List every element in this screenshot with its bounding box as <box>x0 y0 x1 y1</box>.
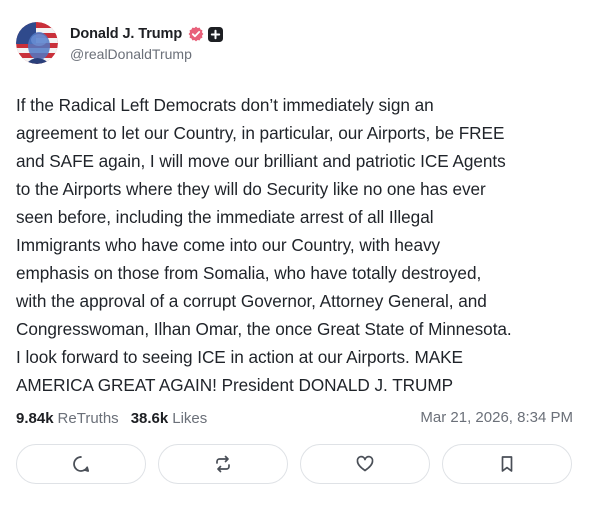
post-text-line: Congresswoman, Ilhan Omar, the once Grea… <box>16 319 512 339</box>
post-header: Donald J. Trump @realDonaldTrump <box>16 20 224 66</box>
likes-label: Likes <box>172 409 208 427</box>
post-text-line: seen before, including the immediate arr… <box>16 207 434 227</box>
reply-button[interactable] <box>16 444 146 484</box>
post-text-line: Immigrants who have come into our Countr… <box>16 235 441 255</box>
likes-stat[interactable]: 38.6k Likes <box>131 410 208 427</box>
post-text-line: with the approval of a corrupt Governor,… <box>16 291 487 311</box>
name-row: Donald J. Trump <box>70 24 224 44</box>
post-text-line: agreement to let our Country, in particu… <box>16 123 505 143</box>
plus-badge-icon <box>208 26 224 42</box>
verified-badge-icon <box>188 26 204 42</box>
post-text-line: I look forward to seeing ICE in action a… <box>16 347 463 367</box>
avatar[interactable] <box>16 22 58 64</box>
like-button[interactable] <box>300 444 430 484</box>
action-bar <box>16 444 572 484</box>
repost-icon <box>216 455 230 473</box>
bookmark-icon <box>501 456 513 472</box>
bookmark-button[interactable] <box>442 444 572 484</box>
post-text-line: to the Airports where they will do Secur… <box>16 179 486 199</box>
retruths-label: ReTruths <box>57 409 119 427</box>
post-timestamp[interactable]: Mar 21, 2026, 8:34 PM <box>420 407 573 429</box>
likes-count: 38.6k <box>130 409 169 427</box>
post-text-line: and SAFE again, I will move our brillian… <box>16 151 506 171</box>
post-text-line: AMERICA GREAT AGAIN! President DONALD J.… <box>16 375 454 395</box>
retruth-button[interactable] <box>158 444 288 484</box>
post-text-line: If the Radical Left Democrats don’t imme… <box>16 95 434 115</box>
retruths-stat[interactable]: 9.84k ReTruths <box>16 410 119 427</box>
author-identity: Donald J. Trump @realDonaldTrump <box>70 24 224 62</box>
retruths-count: 9.84k <box>16 409 54 427</box>
heart-icon <box>356 455 374 472</box>
post-card: Donald J. Trump @realDonaldTrump If the … <box>0 0 591 515</box>
author-display-name[interactable]: Donald J. Trump <box>70 26 182 42</box>
post-stats: 9.84k ReTruths 38.6k Likes <box>16 407 207 429</box>
author-handle[interactable]: @realDonaldTrump <box>70 46 223 62</box>
comment-icon <box>73 456 90 472</box>
post-text: If the Radical Left Democrats don’t imme… <box>16 91 582 399</box>
post-text-line: emphasis on those from Somalia, who have… <box>16 263 482 283</box>
